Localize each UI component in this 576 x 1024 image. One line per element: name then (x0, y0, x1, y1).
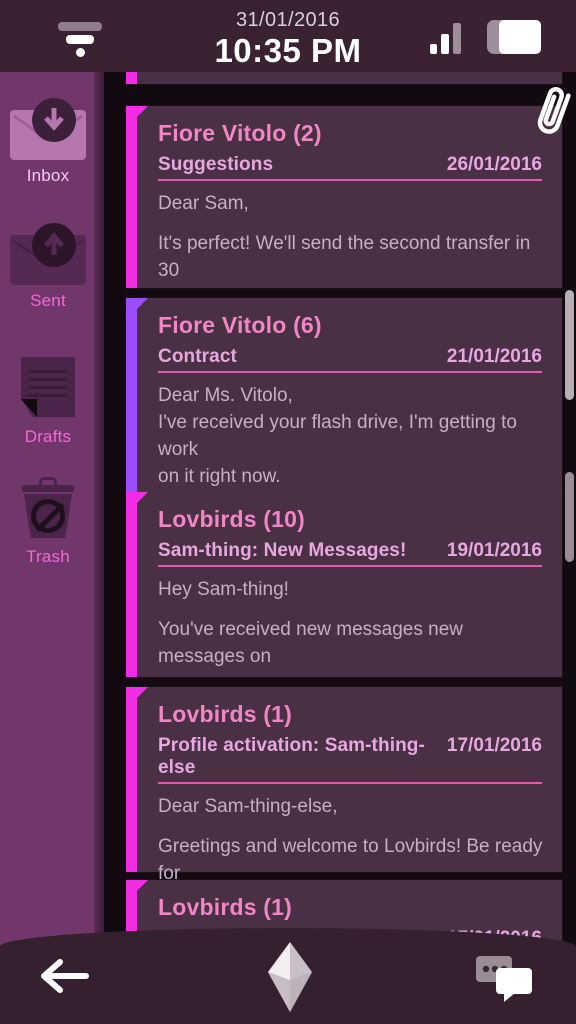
list-item[interactable]: Lovbirds (1) Profile activation: Sam-thi… (126, 687, 562, 884)
folder-sidebar: Inbox Sent Drafts Trash (0, 72, 104, 952)
sidebar-label-drafts: Drafts (24, 427, 72, 446)
mail-subject: Profile activation: Sam-thing-else (158, 735, 425, 778)
mail-subject-row: Profile activation: Sam-thing-else 17/01… (158, 735, 542, 784)
bottom-navigation-bar (0, 928, 576, 1024)
mail-preview-line: Dear Sam-thing-else, (158, 796, 338, 817)
scrollbar-thumb[interactable] (565, 472, 574, 562)
mail-preview-line: Hey Sam-thing! (158, 579, 289, 600)
sidebar-label-sent: Sent (30, 291, 66, 310)
mail-sender: Lovbirds (1) (158, 894, 293, 920)
diamond-crystal-icon[interactable] (262, 942, 318, 1012)
mail-preview-line: I've received your flash drive, I'm gett… (158, 412, 517, 460)
sidebar-item-drafts[interactable]: Drafts (0, 357, 96, 447)
list-item[interactable] (126, 72, 562, 84)
mail-preview: Hey Sam-thing! You've received new messa… (158, 576, 544, 670)
mail-preview-line: Dear Ms. Vitolo, (158, 385, 293, 406)
mail-preview-line: on it right now. (158, 466, 281, 487)
envelope-download-icon (10, 98, 86, 160)
mail-sender: Fiore Vitolo (6) (158, 312, 322, 338)
sidebar-label-inbox: Inbox (26, 166, 70, 185)
mail-preview: Dear Ms. Vitolo, I've received your flas… (158, 382, 544, 490)
mail-subject: Suggestions (158, 154, 274, 175)
mail-subject: Sam-thing: New Messages! (158, 540, 407, 561)
mail-preview: Dear Sam, It's perfect! We'll send the s… (158, 190, 544, 284)
mail-date: 19/01/2016 (446, 540, 542, 561)
list-item[interactable]: Lovbirds (10) Sam-thing: New Messages! 1… (126, 492, 562, 677)
mail-date: 26/01/2016 (446, 154, 542, 175)
mail-date: 21/01/2016 (446, 346, 542, 367)
envelope-upload-icon (10, 223, 86, 285)
mail-list[interactable]: Fiore Vitolo (2) Suggestions 26/01/2016 … (104, 72, 576, 952)
mail-preview-line: Dear Sam, (158, 193, 249, 214)
sidebar-item-trash[interactable]: Trash (0, 477, 96, 567)
mail-sender: Lovbirds (1) (158, 701, 293, 727)
list-item[interactable]: Fiore Vitolo (2) Suggestions 26/01/2016 … (126, 87, 571, 288)
mail-sender: Fiore Vitolo (2) (158, 120, 322, 146)
mail-app-screen: 31/01/2016 10:35 PM Inbox Sent Drafts Tr… (0, 0, 576, 1024)
signal-bars-icon (430, 22, 466, 54)
accent-bar (126, 72, 137, 84)
chat-bubbles-icon[interactable] (474, 954, 536, 1002)
mail-preview: Dear Sam-thing-else, Greetings and welco… (158, 793, 544, 887)
status-bar: 31/01/2016 10:35 PM (0, 0, 576, 72)
attachment-paperclip-icon (537, 87, 571, 134)
sidebar-item-inbox[interactable]: Inbox (0, 98, 96, 186)
mail-subject-row: Sam-thing: New Messages! 19/01/2016 (158, 540, 542, 567)
mail-subject-row: Suggestions 26/01/2016 (158, 154, 542, 181)
mail-sender: Lovbirds (10) (158, 506, 306, 532)
download-arrow-badge (32, 98, 76, 142)
list-item[interactable]: Fiore Vitolo (6) Contract 21/01/2016 Dea… (126, 298, 562, 493)
sidebar-item-sent[interactable]: Sent (0, 223, 96, 311)
back-arrow-icon[interactable] (38, 956, 90, 996)
scrollbar-thumb[interactable] (565, 290, 574, 400)
mail-subject: Contract (158, 346, 237, 367)
mail-date: 17/01/2016 (446, 735, 542, 756)
document-icon (13, 357, 83, 421)
sidebar-label-trash: Trash (26, 547, 70, 566)
battery-icon (487, 20, 543, 54)
mail-subject-row: Contract 21/01/2016 (158, 346, 542, 373)
mail-preview-line: It's perfect! We'll send the second tran… (158, 233, 531, 281)
upload-arrow-badge (32, 223, 76, 267)
trash-bin-icon (13, 477, 83, 541)
mail-preview-line: You've received new messages new message… (158, 619, 463, 667)
mail-preview-line: Greetings and welcome to Lovbirds! Be re… (158, 836, 543, 884)
